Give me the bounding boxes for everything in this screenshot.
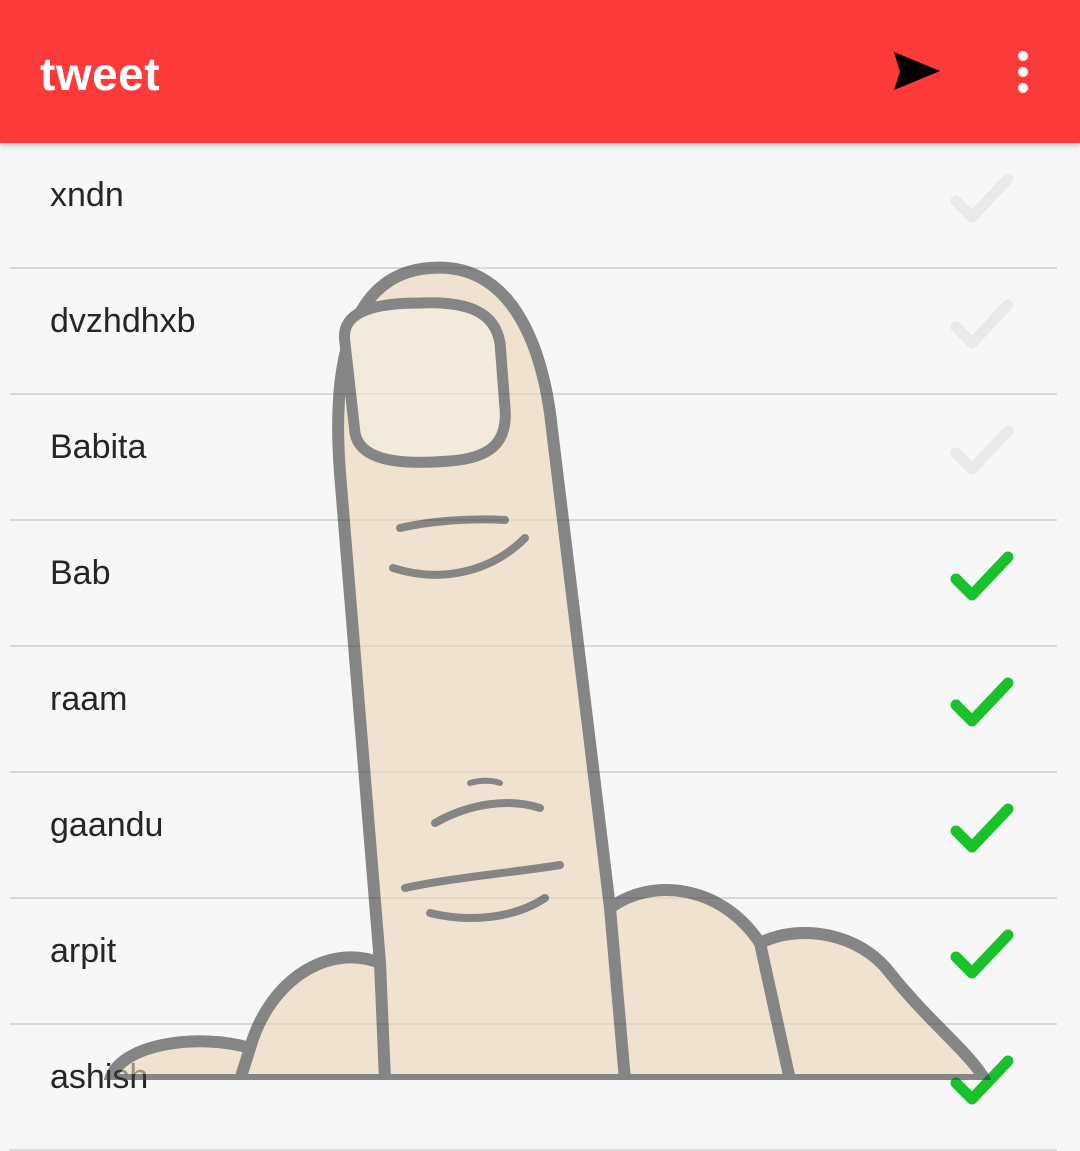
list-item[interactable]: raam (10, 647, 1057, 773)
list-item[interactable]: ashish (10, 1025, 1057, 1151)
list-item-name: ashish (50, 1058, 149, 1096)
send-icon (894, 52, 940, 90)
list-item[interactable]: Babita (10, 395, 1057, 521)
check-icon-checked[interactable] (950, 675, 1014, 731)
check-icon-checked[interactable] (950, 549, 1014, 605)
app-bar: tweet (0, 0, 1080, 143)
list-item-name: xndn (50, 176, 124, 214)
list-item-name: Babita (50, 428, 147, 466)
contact-list: xndn dvzhdhxb Babita Bab raam gaandu arpit ashi… (0, 143, 1080, 1151)
check-icon-checked[interactable] (950, 801, 1014, 857)
list-item[interactable]: Bab (10, 521, 1057, 647)
check-icon-unchecked[interactable] (950, 171, 1014, 227)
more-vert-icon (1018, 51, 1028, 93)
list-item-name: Bab (50, 554, 111, 592)
check-icon-checked[interactable] (950, 1053, 1014, 1109)
app-title: tweet (40, 48, 161, 100)
list-item-name: gaandu (50, 806, 164, 844)
list-item[interactable]: arpit (10, 899, 1057, 1025)
list-item-name: raam (50, 680, 128, 718)
check-icon-unchecked[interactable] (950, 423, 1014, 479)
list-item-name: dvzhdhxb (50, 302, 196, 340)
list-item[interactable]: gaandu (10, 773, 1057, 899)
list-item[interactable]: xndn (10, 143, 1057, 269)
more-options-button[interactable] (1000, 44, 1046, 100)
send-button[interactable] (888, 46, 948, 96)
check-icon-checked[interactable] (950, 927, 1014, 983)
list-item[interactable]: dvzhdhxb (10, 269, 1057, 395)
check-icon-unchecked[interactable] (950, 297, 1014, 353)
list-item-name: arpit (50, 932, 117, 970)
